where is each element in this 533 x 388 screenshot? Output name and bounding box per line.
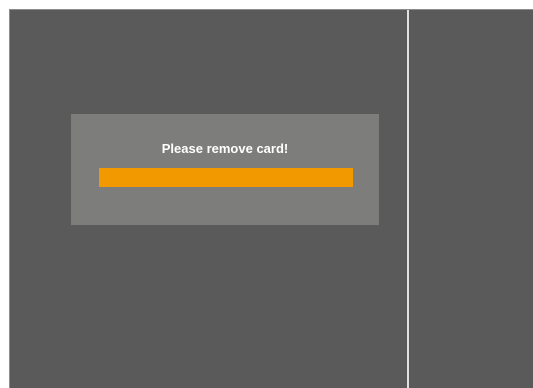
screen: Please remove card! xyxy=(0,0,533,388)
right-pane xyxy=(409,10,533,388)
progress-bar xyxy=(99,168,353,187)
progress-bar-fill xyxy=(99,168,353,187)
remove-card-dialog: Please remove card! xyxy=(71,114,379,225)
display-frame: Please remove card! xyxy=(9,9,533,388)
dialog-message: Please remove card! xyxy=(161,141,289,156)
left-pane: Please remove card! xyxy=(10,10,407,388)
